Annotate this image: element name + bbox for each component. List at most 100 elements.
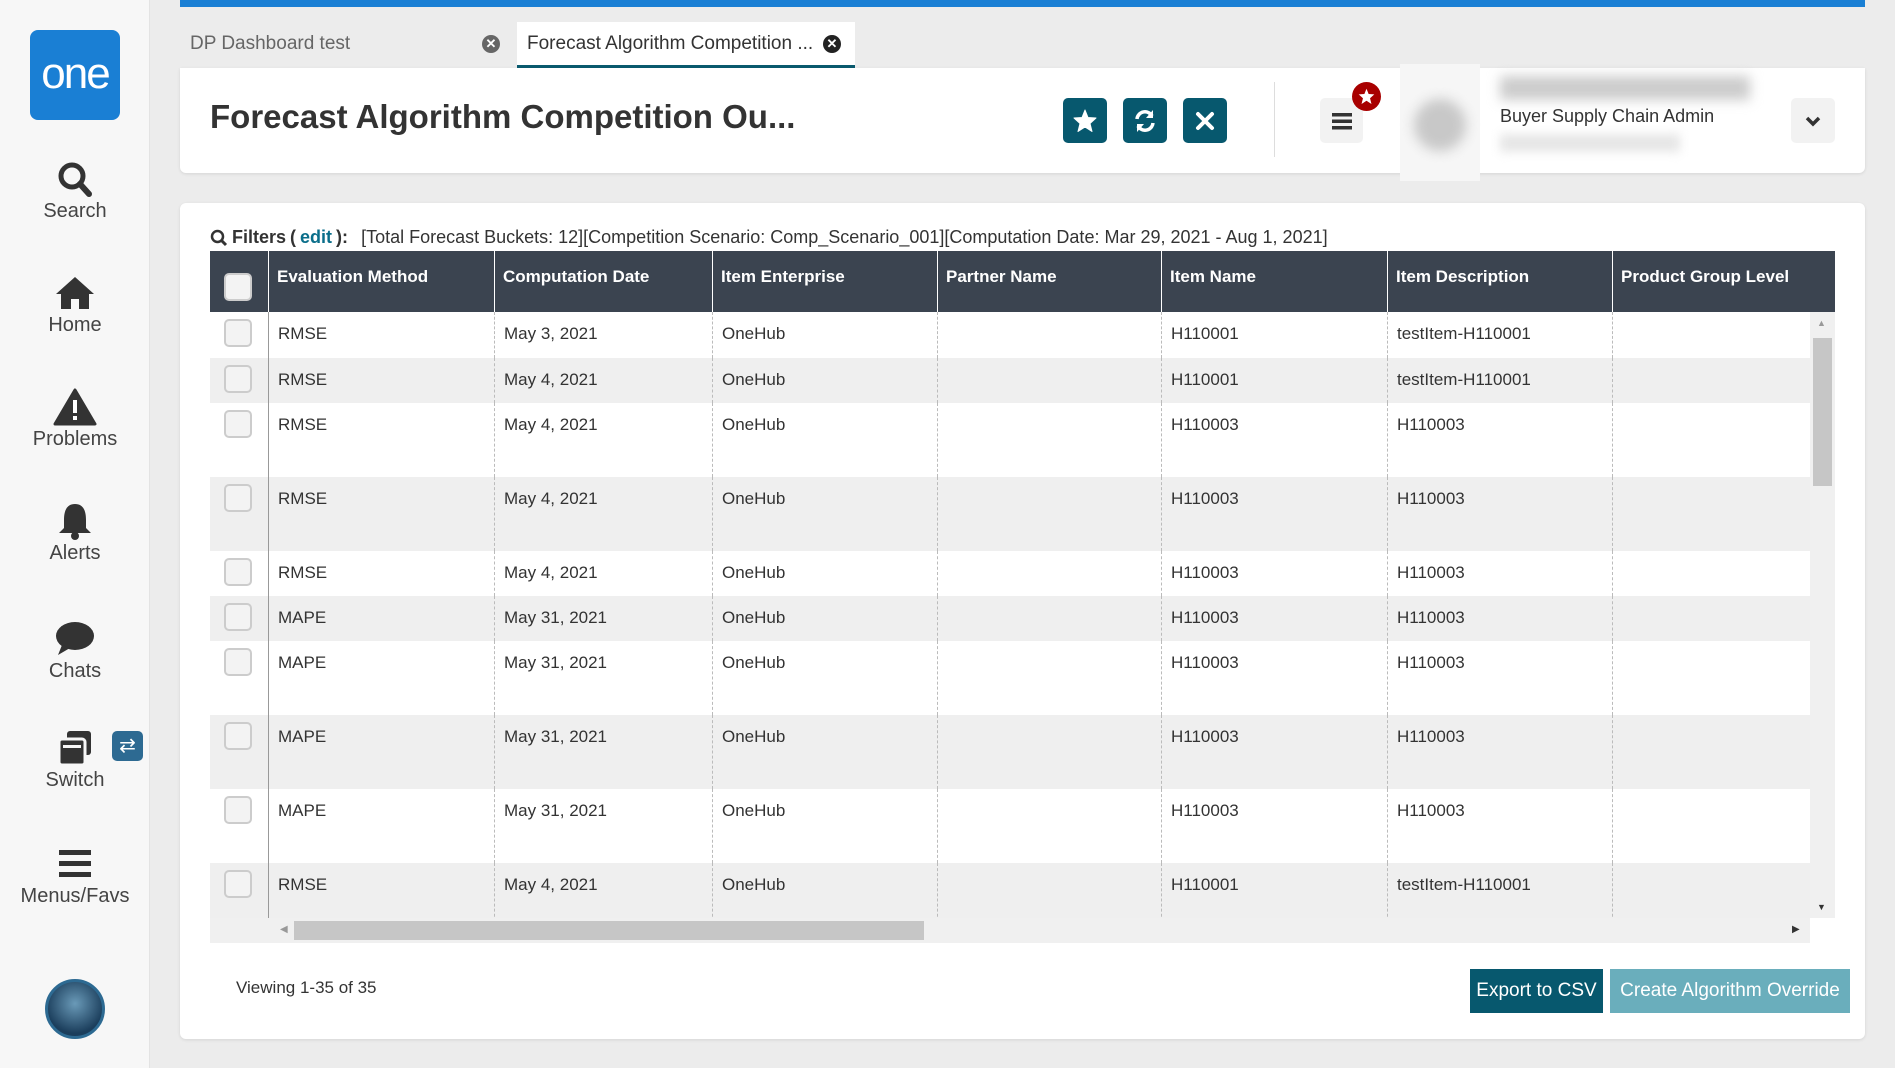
refresh-icon — [1135, 109, 1155, 132]
table-row[interactable]: RMSE May 4, 2021 OneHub H110001 testItem-H11… — [210, 358, 1810, 403]
close-button[interactable] — [1183, 98, 1227, 143]
results-table: Evaluation Method Computation Date Item En… — [210, 251, 1835, 943]
column-header[interactable]: Evaluation Method — [268, 251, 494, 312]
column-header[interactable]: Partner Name — [937, 251, 1161, 312]
sidebar-item-alerts[interactable]: Alerts — [0, 502, 150, 565]
column-header[interactable]: Item Name — [1161, 251, 1387, 312]
home-icon — [56, 277, 94, 309]
results-card: Filters(edit): [Total Forecast Buckets: … — [180, 203, 1865, 1039]
table-row[interactable]: RMSE May 4, 2021 OneHub H110003 H110003 — [210, 551, 1810, 596]
table-row[interactable]: MAPE May 31, 2021 OneHub H110003 H110003 — [210, 789, 1810, 863]
page-title: Forecast Algorithm Competition Ou... — [210, 98, 796, 135]
column-header[interactable]: Item Enterprise — [712, 251, 937, 312]
row-checkbox[interactable] — [224, 870, 252, 898]
user-menu-dropdown[interactable] — [1791, 98, 1835, 143]
search-icon — [58, 162, 92, 197]
row-checkbox[interactable] — [224, 319, 252, 347]
table-cell: May 4, 2021 — [494, 551, 712, 596]
table-cell: H110003 — [1387, 551, 1612, 596]
row-checkbox[interactable] — [224, 365, 252, 393]
table-cell: OneHub — [712, 477, 937, 551]
row-checkbox[interactable] — [224, 410, 252, 438]
switch-arrows-icon[interactable]: ⇄ — [112, 731, 143, 761]
top-accent-bar — [180, 0, 1865, 7]
table-cell: H110003 — [1161, 403, 1387, 477]
table-cell: H110003 — [1161, 477, 1387, 551]
favorite-button[interactable] — [1063, 98, 1107, 143]
user-role: Buyer Supply Chain Admin — [1500, 106, 1715, 126]
scroll-right-icon[interactable]: ▶ — [1792, 924, 1800, 935]
table-cell: RMSE — [268, 477, 494, 551]
table-cell: H110001 — [1161, 358, 1387, 403]
table-row[interactable]: RMSE May 4, 2021 OneHub H110003 H110003 — [210, 477, 1810, 551]
table-cell — [1612, 358, 1810, 403]
sidebar-item-menus-favs[interactable]: Menus/Favs — [0, 845, 150, 908]
column-header[interactable]: Computation Date — [494, 251, 712, 312]
table-cell: May 4, 2021 — [494, 403, 712, 477]
table-cell: H110001 — [1161, 863, 1387, 918]
tab-dp-dashboard-test[interactable]: DP Dashboard test ✕ — [180, 22, 514, 68]
sidebar-item-label: Switch — [45, 769, 105, 791]
create-algorithm-override-button[interactable]: Create Algorithm Override — [1610, 969, 1850, 1013]
table-cell: H110003 — [1387, 596, 1612, 641]
vertical-scroll-thumb[interactable] — [1813, 338, 1832, 486]
sidebar-item-chats[interactable]: Chats — [0, 620, 150, 683]
table-row[interactable]: RMSE May 4, 2021 OneHub H110001 testItem-H11… — [210, 863, 1810, 918]
table-cell — [1612, 641, 1810, 715]
column-header[interactable]: Product Group Level — [1612, 251, 1835, 312]
user-avatar[interactable] — [45, 979, 105, 1039]
close-tab-icon[interactable]: ✕ — [823, 35, 841, 53]
table-row[interactable]: MAPE May 31, 2021 OneHub H110003 H110003 — [210, 596, 1810, 641]
sidebar-item-home[interactable]: Home — [0, 274, 150, 337]
table-cell: H110003 — [1161, 641, 1387, 715]
edit-filters-link[interactable]: edit — [300, 227, 332, 248]
table-row[interactable]: MAPE May 31, 2021 OneHub H110003 H110003 — [210, 715, 1810, 789]
star-icon — [1358, 88, 1375, 104]
table-row[interactable]: MAPE May 31, 2021 OneHub H110003 H110003 — [210, 641, 1810, 715]
row-checkbox[interactable] — [224, 603, 252, 631]
scroll-down-icon[interactable]: ▼ — [1817, 902, 1826, 912]
table-cell — [937, 596, 1161, 641]
sidebar-item-problems[interactable]: Problems — [0, 388, 150, 451]
export-csv-button[interactable]: Export to CSV — [1470, 969, 1603, 1013]
table-cell: May 31, 2021 — [494, 596, 712, 641]
menu-icon — [59, 850, 91, 877]
table-cell — [937, 551, 1161, 596]
row-checkbox[interactable] — [224, 648, 252, 676]
sidebar-item-label: Chats — [48, 660, 102, 682]
close-tab-icon[interactable]: ✕ — [482, 35, 500, 53]
table-cell: OneHub — [712, 358, 937, 403]
table-cell: May 4, 2021 — [494, 358, 712, 403]
sidebar-item-search[interactable]: Search — [0, 160, 150, 223]
row-checkbox[interactable] — [224, 722, 252, 750]
tab-forecast-algorithm-competition[interactable]: Forecast Algorithm Competition ... ✕ — [517, 22, 855, 68]
tab-label: Forecast Algorithm Competition ... — [527, 33, 814, 54]
one-logo[interactable]: one — [30, 30, 120, 120]
table-cell: MAPE — [268, 789, 494, 863]
table-cell: MAPE — [268, 715, 494, 789]
table-cell: May 3, 2021 — [494, 312, 712, 358]
select-all-checkbox[interactable] — [224, 273, 252, 301]
refresh-button[interactable] — [1123, 98, 1167, 143]
table-cell — [1612, 477, 1810, 551]
table-row[interactable]: RMSE May 4, 2021 OneHub H110003 H110003 — [210, 403, 1810, 477]
vertical-scrollbar[interactable]: ▲ ▼ — [1810, 312, 1835, 918]
table-cell — [1612, 789, 1810, 863]
scroll-up-icon[interactable]: ▲ — [1817, 318, 1826, 328]
table-cell: RMSE — [268, 863, 494, 918]
table-header: Evaluation Method Computation Date Item En… — [210, 251, 1835, 312]
table-cell — [1612, 403, 1810, 477]
table-row[interactable]: RMSE May 3, 2021 OneHub H110001 testItem-H11… — [210, 312, 1810, 358]
horizontal-scrollbar[interactable]: ◀ ▶ — [210, 918, 1810, 943]
horizontal-scroll-thumb[interactable] — [294, 921, 924, 940]
row-checkbox[interactable] — [224, 796, 252, 824]
table-cell: OneHub — [712, 551, 937, 596]
row-checkbox[interactable] — [224, 558, 252, 586]
table-cell: H110003 — [1161, 551, 1387, 596]
table-cell — [937, 789, 1161, 863]
column-header[interactable]: Item Description — [1387, 251, 1612, 312]
sidebar-item-label: Home — [48, 314, 102, 336]
bell-icon — [59, 504, 91, 540]
row-checkbox[interactable] — [224, 484, 252, 512]
scroll-left-icon[interactable]: ◀ — [280, 924, 288, 935]
